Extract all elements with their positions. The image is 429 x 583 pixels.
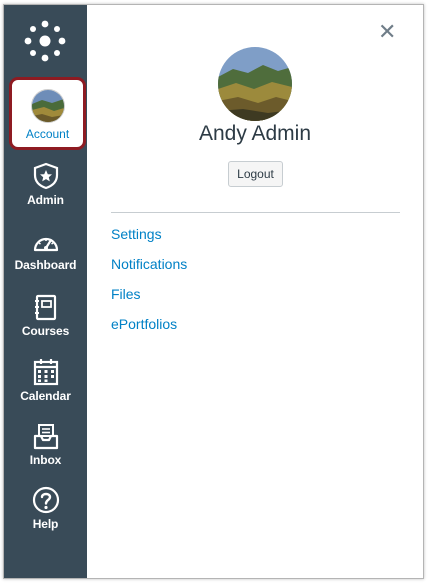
sidebar-item-admin[interactable]: Admin [4, 162, 87, 207]
sidebar-item-label: Help [32, 517, 59, 531]
divider [111, 212, 400, 213]
window-frame: Account Admin Dashboard Courses Calendar… [3, 4, 424, 579]
sidebar-item-label: Calendar [20, 389, 71, 403]
sidebar-item-account[interactable]: Account [9, 77, 86, 150]
sidebar-item-label: Dashboard [14, 258, 77, 272]
eportfolios-link[interactable]: ePortfolios [111, 316, 177, 332]
notifications-link[interactable]: Notifications [111, 256, 187, 272]
help-question-icon [32, 486, 59, 514]
close-icon[interactable]: ✕ [378, 21, 396, 43]
global-navigation: Account Admin Dashboard Courses Calendar… [4, 5, 87, 578]
dashboard-gauge-icon [33, 237, 58, 252]
files-link[interactable]: Files [111, 286, 141, 302]
sidebar-item-label: Admin [27, 193, 64, 207]
user-name: Andy Admin [198, 122, 312, 145]
sidebar-item-courses[interactable]: Courses [4, 294, 87, 338]
sidebar-item-calendar[interactable]: Calendar [4, 358, 87, 403]
logout-button[interactable]: Logout [228, 161, 283, 187]
sidebar-item-help[interactable]: Help [4, 486, 87, 531]
sidebar-item-dashboard[interactable]: Dashboard [4, 231, 87, 272]
sidebar-item-label: Courses [21, 324, 70, 338]
courses-book-icon [34, 294, 56, 321]
inbox-tray-icon [33, 424, 58, 450]
admin-shield-icon [33, 162, 58, 190]
settings-link[interactable]: Settings [111, 226, 162, 242]
calendar-icon [33, 359, 58, 386]
profile-avatar [218, 47, 292, 121]
canvas-logo-icon[interactable] [24, 20, 66, 62]
avatar [30, 89, 65, 123]
sidebar-item-inbox[interactable]: Inbox [4, 423, 87, 467]
sidebar-item-label: Account [25, 127, 70, 141]
sidebar-item-label: Inbox [29, 453, 62, 467]
